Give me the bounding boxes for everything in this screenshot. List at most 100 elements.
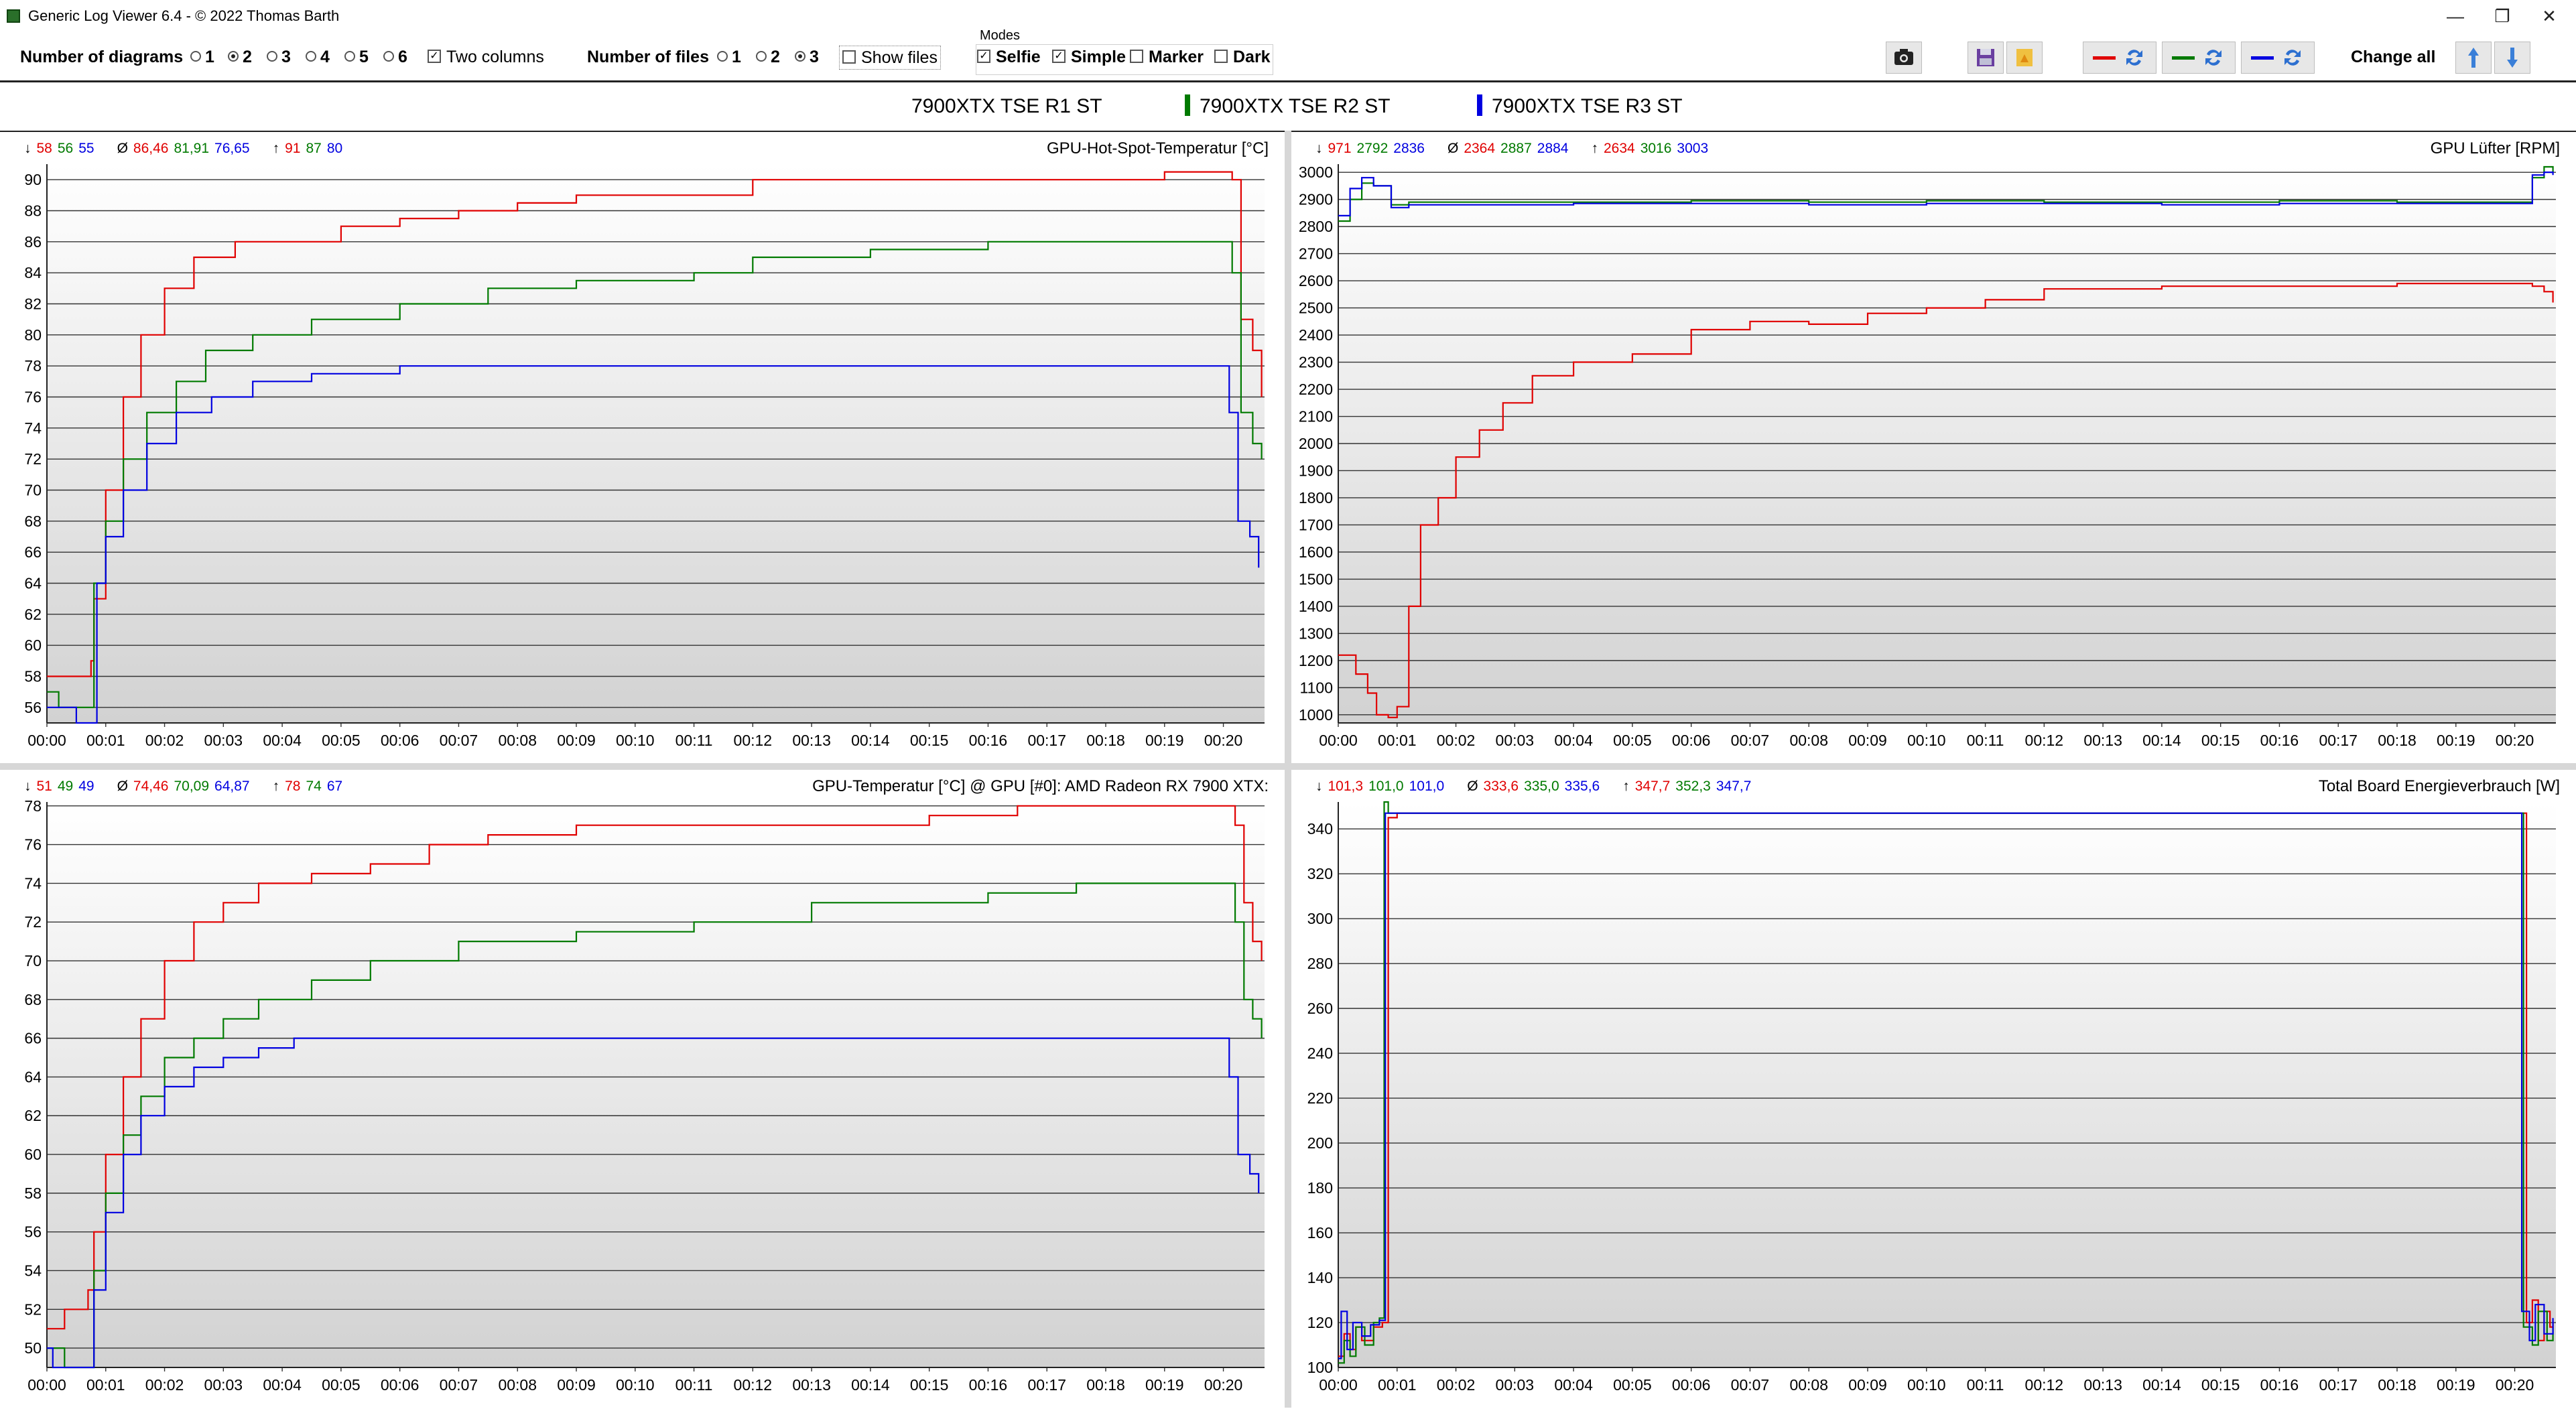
plot-area (1338, 802, 2556, 1367)
stat-max-value: 91 (285, 141, 301, 156)
file-legend-item-2[interactable]: 7900XTX TSE R2 ST (1185, 94, 1391, 119)
x-tick-label: 00:05 (322, 732, 361, 749)
y-tick-label: 120 (1307, 1314, 1333, 1331)
x-tick-label: 00:00 (1319, 732, 1358, 749)
y-tick-label: 1700 (1299, 516, 1333, 533)
chart-fan-rpm[interactable]: 1000 1100 1200 1300 1400 1500 1600 1700 1800 1900… (1291, 132, 2576, 763)
red-series-swap-button[interactable] (2083, 42, 2156, 74)
screenshot-button[interactable] (1886, 42, 1922, 74)
swap-icon (2172, 50, 2221, 66)
save-button[interactable] (1968, 42, 2004, 74)
stat-avg-value: 2364 (1464, 141, 1496, 156)
open-button[interactable] (2006, 42, 2043, 74)
x-tick-label: 00:11 (675, 1376, 713, 1394)
x-tick-label: 00:04 (1554, 1376, 1593, 1394)
diagram-radio-2[interactable]: 2 (228, 46, 252, 68)
green-swatch (1185, 94, 1190, 117)
diagram-radio-6[interactable]: 6 (383, 46, 407, 68)
stat-min-value: 101,3 (1328, 779, 1364, 794)
x-tick-label: 00:02 (1437, 1376, 1476, 1394)
chart-hotspot-temperature[interactable]: 56 58 60 62 64 66 68 70 72 74 76 78 80 82 84 86 88 90 00:0… (0, 132, 1285, 763)
marker-checkbox[interactable]: Marker (1130, 46, 1204, 68)
num-diagrams-label: Number of diagrams (20, 48, 184, 66)
y-tick-label: 180 (1307, 1179, 1333, 1197)
simple-checkbox[interactable]: ✓ Simple (1052, 46, 1126, 68)
green-series-swap-button[interactable] (2162, 42, 2236, 74)
x-tick-label: 00:14 (2142, 732, 2181, 749)
x-tick-label: 00:07 (1731, 1376, 1770, 1394)
panel-divider[interactable] (0, 763, 2576, 770)
window-title: Generic Log Viewer 6.4 - © 2022 Thomas B… (28, 7, 340, 24)
checkbox-icon (1130, 50, 1143, 64)
x-tick-label: 00:03 (1496, 732, 1535, 749)
stat-max-value: 347,7 (1716, 779, 1752, 794)
diagram-radio-1[interactable]: 1 (190, 46, 214, 68)
x-tick-label: 00:16 (969, 732, 1008, 749)
y-tick-label: 160 (1307, 1224, 1333, 1241)
x-tick-label: 00:14 (851, 1376, 890, 1394)
x-tick-label: 00:19 (2437, 1376, 2475, 1394)
blue-series-swap-button[interactable] (2241, 42, 2315, 74)
stat-avg-value: 333,6 (1483, 779, 1519, 794)
chart-board-power[interactable]: 100 120 140 160 180 200 220 240 260 280 300 320 340 0… (1291, 770, 2576, 1408)
close-button[interactable]: ✕ (2516, 0, 2576, 32)
stat-max-value: 87 (306, 141, 322, 156)
move-up-button[interactable] (2455, 42, 2492, 74)
arrow-up-icon (2468, 48, 2479, 68)
y-tick-label: 2700 (1299, 245, 1333, 263)
file-legend-item-3[interactable]: 7900XTX TSE R3 ST (1477, 94, 1683, 119)
y-tick-label: 66 (24, 543, 42, 561)
chart-gpu-temperature[interactable]: 50 52 54 56 58 60 62 64 66 68 70 72 74 76 78 00:00 00:01… (0, 770, 1285, 1408)
app-icon (7, 9, 20, 23)
x-tick-label: 00:14 (2142, 1376, 2181, 1394)
stat-max-symbol: ↑ (272, 779, 280, 794)
stat-max-symbol: ↑ (1622, 779, 1630, 794)
y-tick-label: 2600 (1299, 272, 1333, 289)
selfie-checkbox[interactable]: ✓ Selfie (977, 46, 1041, 68)
y-tick-label: 72 (24, 450, 42, 468)
x-tick-label: 00:05 (1613, 732, 1652, 749)
stat-min-value: 101,0 (1409, 779, 1445, 794)
dark-checkbox[interactable]: Dark (1214, 46, 1271, 68)
two-columns-checkbox[interactable]: ✓ Two columns (428, 46, 544, 68)
x-tick-label: 00:17 (2319, 1376, 2358, 1394)
x-tick-label: 00:08 (498, 1376, 537, 1394)
show-files-checkbox[interactable]: Show files (839, 46, 941, 70)
y-tick-label: 1600 (1299, 543, 1333, 561)
diagram-radio-5[interactable]: 5 (344, 46, 369, 68)
stat-avg-value: 74,46 (133, 779, 169, 794)
y-tick-label: 300 (1307, 910, 1333, 927)
file-radio-1[interactable]: 1 (717, 46, 741, 68)
move-down-button[interactable] (2494, 42, 2530, 74)
y-tick-label: 64 (24, 575, 42, 592)
chart-panel-fan: ↓ 971 2792 2836 Ø 2364 2887 2884 ↑ 2634 3016 3003 G… (1291, 132, 2576, 763)
diagram-radio-4[interactable]: 4 (306, 46, 330, 68)
stat-max-symbol: ↑ (272, 141, 280, 156)
chart-panel-gpu-temp: ↓ 51 49 49 Ø 74,46 70,09 64,87 ↑ 78 74 67 GPU-Tempe… (0, 770, 1285, 1408)
x-tick-label: 00:06 (1672, 1376, 1711, 1394)
x-tick-label: 00:17 (1027, 732, 1066, 749)
x-tick-label: 00:03 (204, 732, 243, 749)
file-radio-3[interactable]: 3 (795, 46, 819, 68)
x-tick-label: 00:17 (1027, 1376, 1066, 1394)
y-tick-label: 340 (1307, 820, 1333, 837)
y-tick-label: 1100 (1300, 679, 1333, 696)
x-tick-label: 00:18 (1086, 732, 1125, 749)
y-tick-label: 82 (24, 295, 42, 313)
x-tick-label: 00:18 (1086, 1376, 1125, 1394)
file-radio-2[interactable]: 2 (756, 46, 780, 68)
diagram-radio-3[interactable]: 3 (267, 46, 291, 68)
y-tick-label: 1200 (1299, 652, 1333, 669)
stat-avg-value: 86,46 (133, 141, 169, 156)
x-tick-label: 00:13 (2083, 1376, 2122, 1394)
chart-panel-hotspot: ↓ 58 56 55 Ø 86,46 81,91 76,65 ↑ 91 87 80 GPU-Hot-S… (0, 132, 1285, 763)
x-tick-label: 00:10 (616, 732, 655, 749)
stat-avg-value: 81,91 (174, 141, 210, 156)
radio-icon (190, 51, 201, 62)
y-tick-label: 68 (24, 513, 42, 530)
y-tick-label: 52 (24, 1300, 42, 1318)
x-tick-label: 00:12 (2025, 732, 2064, 749)
x-tick-label: 00:20 (2496, 1376, 2534, 1394)
swap-icon (2093, 50, 2142, 66)
file-legend-item-1[interactable]: 7900XTX TSE R1 ST (911, 94, 1102, 119)
